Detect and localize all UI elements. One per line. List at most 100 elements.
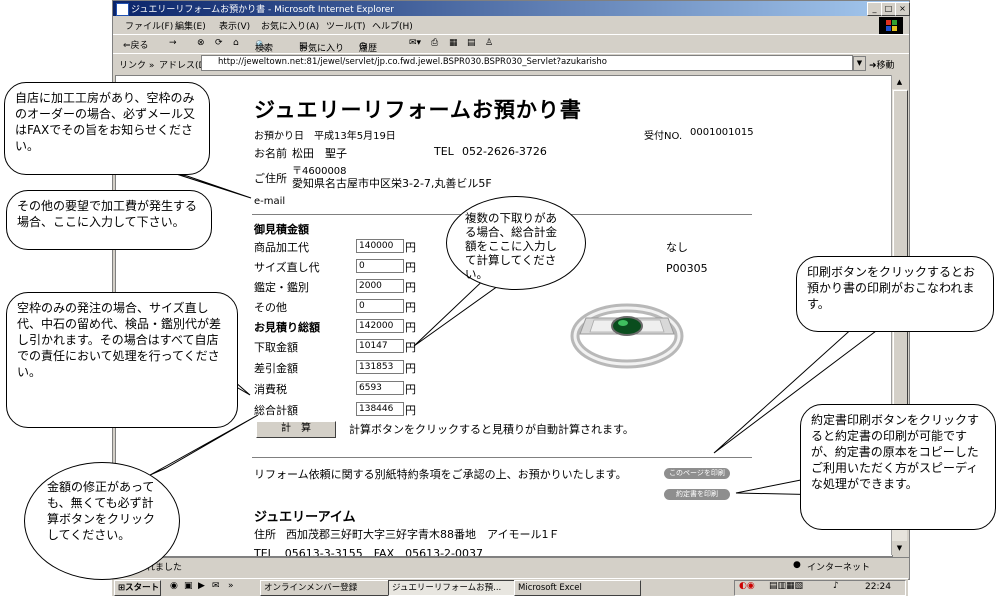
scroll-up-icon[interactable]: ▲ — [892, 75, 907, 89]
shop-address-label: 住所 — [254, 528, 276, 541]
row-unit: 円 — [405, 383, 416, 396]
toolbar: ⇐戻る → ⊗ ⟳ ⌂ 🔍 検索 ▤ お気に入り ◷ 履歴 ✉▾ ⎙ ▦ ▤ ♙ — [113, 35, 909, 54]
customer-name: 松田 聖子 — [292, 147, 347, 160]
address-bar: リンク » アドレス(D) http://jeweltown.net:81/je… — [113, 54, 909, 72]
processing-fee-input[interactable]: 140000 — [356, 239, 404, 253]
calculate-button[interactable]: 計 算 — [256, 421, 336, 438]
links-label[interactable]: リンク » — [119, 58, 154, 71]
tray-volume-icon[interactable]: ♪ — [833, 581, 839, 591]
tradein-amount-input[interactable]: 10147 — [356, 339, 404, 353]
address-label-jp: ご住所 — [254, 172, 287, 185]
row-unit: 円 — [405, 341, 416, 354]
date-label: お預かり日 — [254, 131, 304, 142]
row-unit: 円 — [405, 261, 416, 274]
print-contract-button[interactable]: 約定書を印刷 — [664, 489, 730, 500]
resize-fee-input[interactable]: 0 — [356, 259, 404, 273]
history-label: 履歴 — [359, 44, 378, 54]
status-zone: インターネット — [807, 563, 871, 573]
windows-logo-icon — [879, 17, 903, 34]
row-label-tradein: 下取金額 — [254, 341, 298, 354]
quick-launch-outlook-icon[interactable]: ✉ — [212, 581, 220, 591]
row-unit: 円 — [405, 241, 416, 254]
back-button[interactable]: ⇐戻る — [123, 38, 149, 51]
ie-icon — [116, 3, 129, 16]
receipt-label: 受付NO. — [644, 131, 683, 142]
product-code: P00305 — [666, 262, 708, 275]
system-tray: ◐◉ ▤▥▦▧ ♪ 22:24 — [734, 580, 906, 596]
start-label: スタート — [125, 583, 160, 593]
page-title: ジュエリーリフォームお預かり書 — [254, 98, 582, 122]
taskbar-item-ie[interactable]: ジュエリーリフォームお預... — [388, 580, 515, 596]
stop-icon[interactable]: ⊗ — [197, 38, 205, 48]
agreement-text: リフォーム依頼に関する別紙特約条項をご承認の上、お預かりいたします。 — [254, 468, 627, 481]
print-icon[interactable]: ⎙ — [431, 38, 438, 48]
browser-window: ジュエリーリフォームお預かり書 - Microsoft Internet Exp… — [112, 0, 910, 580]
status-bar: 表示されました ● インターネット — [113, 557, 909, 573]
mail-icon[interactable]: ✉▾ — [409, 38, 421, 48]
divider — [252, 457, 752, 458]
edit-icon[interactable]: ▦ — [449, 38, 458, 48]
quick-launch-ie-icon[interactable]: ◉ — [170, 581, 178, 591]
tel-label: TEL — [434, 145, 454, 158]
taskbar-item-member[interactable]: オンラインメンバー登録 — [260, 580, 389, 596]
row-label-processing: 商品加工代 — [254, 241, 309, 254]
quick-launch-more-icon[interactable]: » — [228, 581, 234, 591]
taskbar: ⊞スタート ◉ ▣ ▶ ✉ » オンラインメンバー登録 ジュエリーリフォームお預… — [112, 578, 908, 596]
callout-frame-order-note: 空枠のみの発注の場合、サイズ直し代、中石の留め代、検品・鑑別代が差し引かれます。… — [6, 292, 238, 428]
receipt-number: 0001001015 — [690, 127, 754, 138]
row-unit: 円 — [405, 301, 416, 314]
row-label-tax: 消費税 — [254, 383, 287, 396]
title-bar: ジュエリーリフォームお預かり書 - Microsoft Internet Exp… — [113, 1, 910, 16]
window-title: ジュエリーリフォームお預かり書 - Microsoft Internet Exp… — [131, 5, 394, 15]
print-page-button[interactable]: このページを印刷 — [664, 468, 730, 479]
taskbar-item-excel[interactable]: Microsoft Excel — [514, 580, 641, 596]
clock: 22:24 — [865, 582, 891, 592]
quick-launch-media-icon[interactable]: ▶ — [198, 581, 205, 591]
callout-tradein-note: 複数の下取りがある場合、総合計金額をここに入力して計算してください。 — [446, 196, 586, 290]
forward-button[interactable]: → — [169, 38, 177, 48]
callout-calc-note: 金額の修正があっても、無くても必ず計算ボタンをクリックしてください。 — [24, 462, 180, 580]
messenger-icon[interactable]: ♙ — [485, 38, 493, 48]
menu-help[interactable]: ヘルプ(H) — [372, 19, 413, 32]
row-label-appraisal: 鑑定・鑑別 — [254, 281, 309, 294]
maximize-button[interactable]: □ — [881, 2, 896, 16]
grand-total-input[interactable]: 138446 — [356, 402, 404, 416]
start-button[interactable]: ⊞スタート — [114, 580, 161, 596]
estimate-heading: 御見積金額 — [254, 223, 309, 236]
calculate-note: 計算ボタンをクリックすると見積りが自動計算されます。 — [349, 423, 634, 436]
internet-zone-icon: ● — [793, 560, 801, 570]
refresh-icon[interactable]: ⟳ — [215, 38, 223, 48]
row-label-net: 差引金額 — [254, 362, 298, 375]
appraisal-fee-input[interactable]: 2000 — [356, 279, 404, 293]
shop-address: 西加茂郡三好町大字三好字青木88番地 アイモール1Ｆ — [286, 528, 560, 541]
discuss-icon[interactable]: ▤ — [467, 38, 476, 48]
scroll-down-icon[interactable]: ▼ — [892, 541, 907, 555]
ring-image — [570, 303, 684, 369]
net-amount-input[interactable]: 131853 — [356, 360, 404, 374]
close-button[interactable]: × — [895, 2, 910, 16]
menu-view[interactable]: 表示(V) — [219, 19, 250, 32]
address-dropdown-icon[interactable]: ▼ — [853, 56, 866, 71]
estimate-total-input[interactable]: 142000 — [356, 319, 404, 333]
menu-edit[interactable]: 編集(E) — [175, 19, 206, 32]
menu-file[interactable]: ファイル(F) — [125, 19, 173, 32]
customer-address: 愛知県名古屋市中区栄3-2-7,丸善ビル5F — [292, 177, 492, 190]
tax-input[interactable]: 6593 — [356, 381, 404, 395]
search-label: 検索 — [255, 44, 274, 54]
row-unit: 円 — [405, 362, 416, 375]
minimize-button[interactable]: _ — [867, 2, 882, 16]
menu-tools[interactable]: ツール(T) — [326, 19, 366, 32]
address-input[interactable]: http://jeweltown.net:81/jewel/servlet/jp… — [201, 55, 853, 71]
email-label: e-mail — [254, 196, 286, 207]
tray-apps-icon[interactable]: ▤▥▦▧ — [769, 581, 803, 591]
go-label: 移動 — [876, 61, 895, 71]
go-button[interactable]: ➜移動 — [869, 58, 895, 71]
quick-launch-desktop-icon[interactable]: ▣ — [184, 581, 193, 591]
other-fee-input[interactable]: 0 — [356, 299, 404, 313]
menu-favorites[interactable]: お気に入り(A) — [261, 19, 319, 32]
menu-bar: ファイル(F) 編集(E) 表示(V) お気に入り(A) ツール(T) ヘルプ(… — [113, 16, 909, 35]
favorites-label: お気に入り — [299, 44, 345, 54]
home-icon[interactable]: ⌂ — [233, 38, 239, 48]
tray-ime-icon[interactable]: ◐◉ — [739, 581, 755, 591]
address-url: http://jeweltown.net:81/jewel/servlet/jp… — [218, 57, 607, 67]
